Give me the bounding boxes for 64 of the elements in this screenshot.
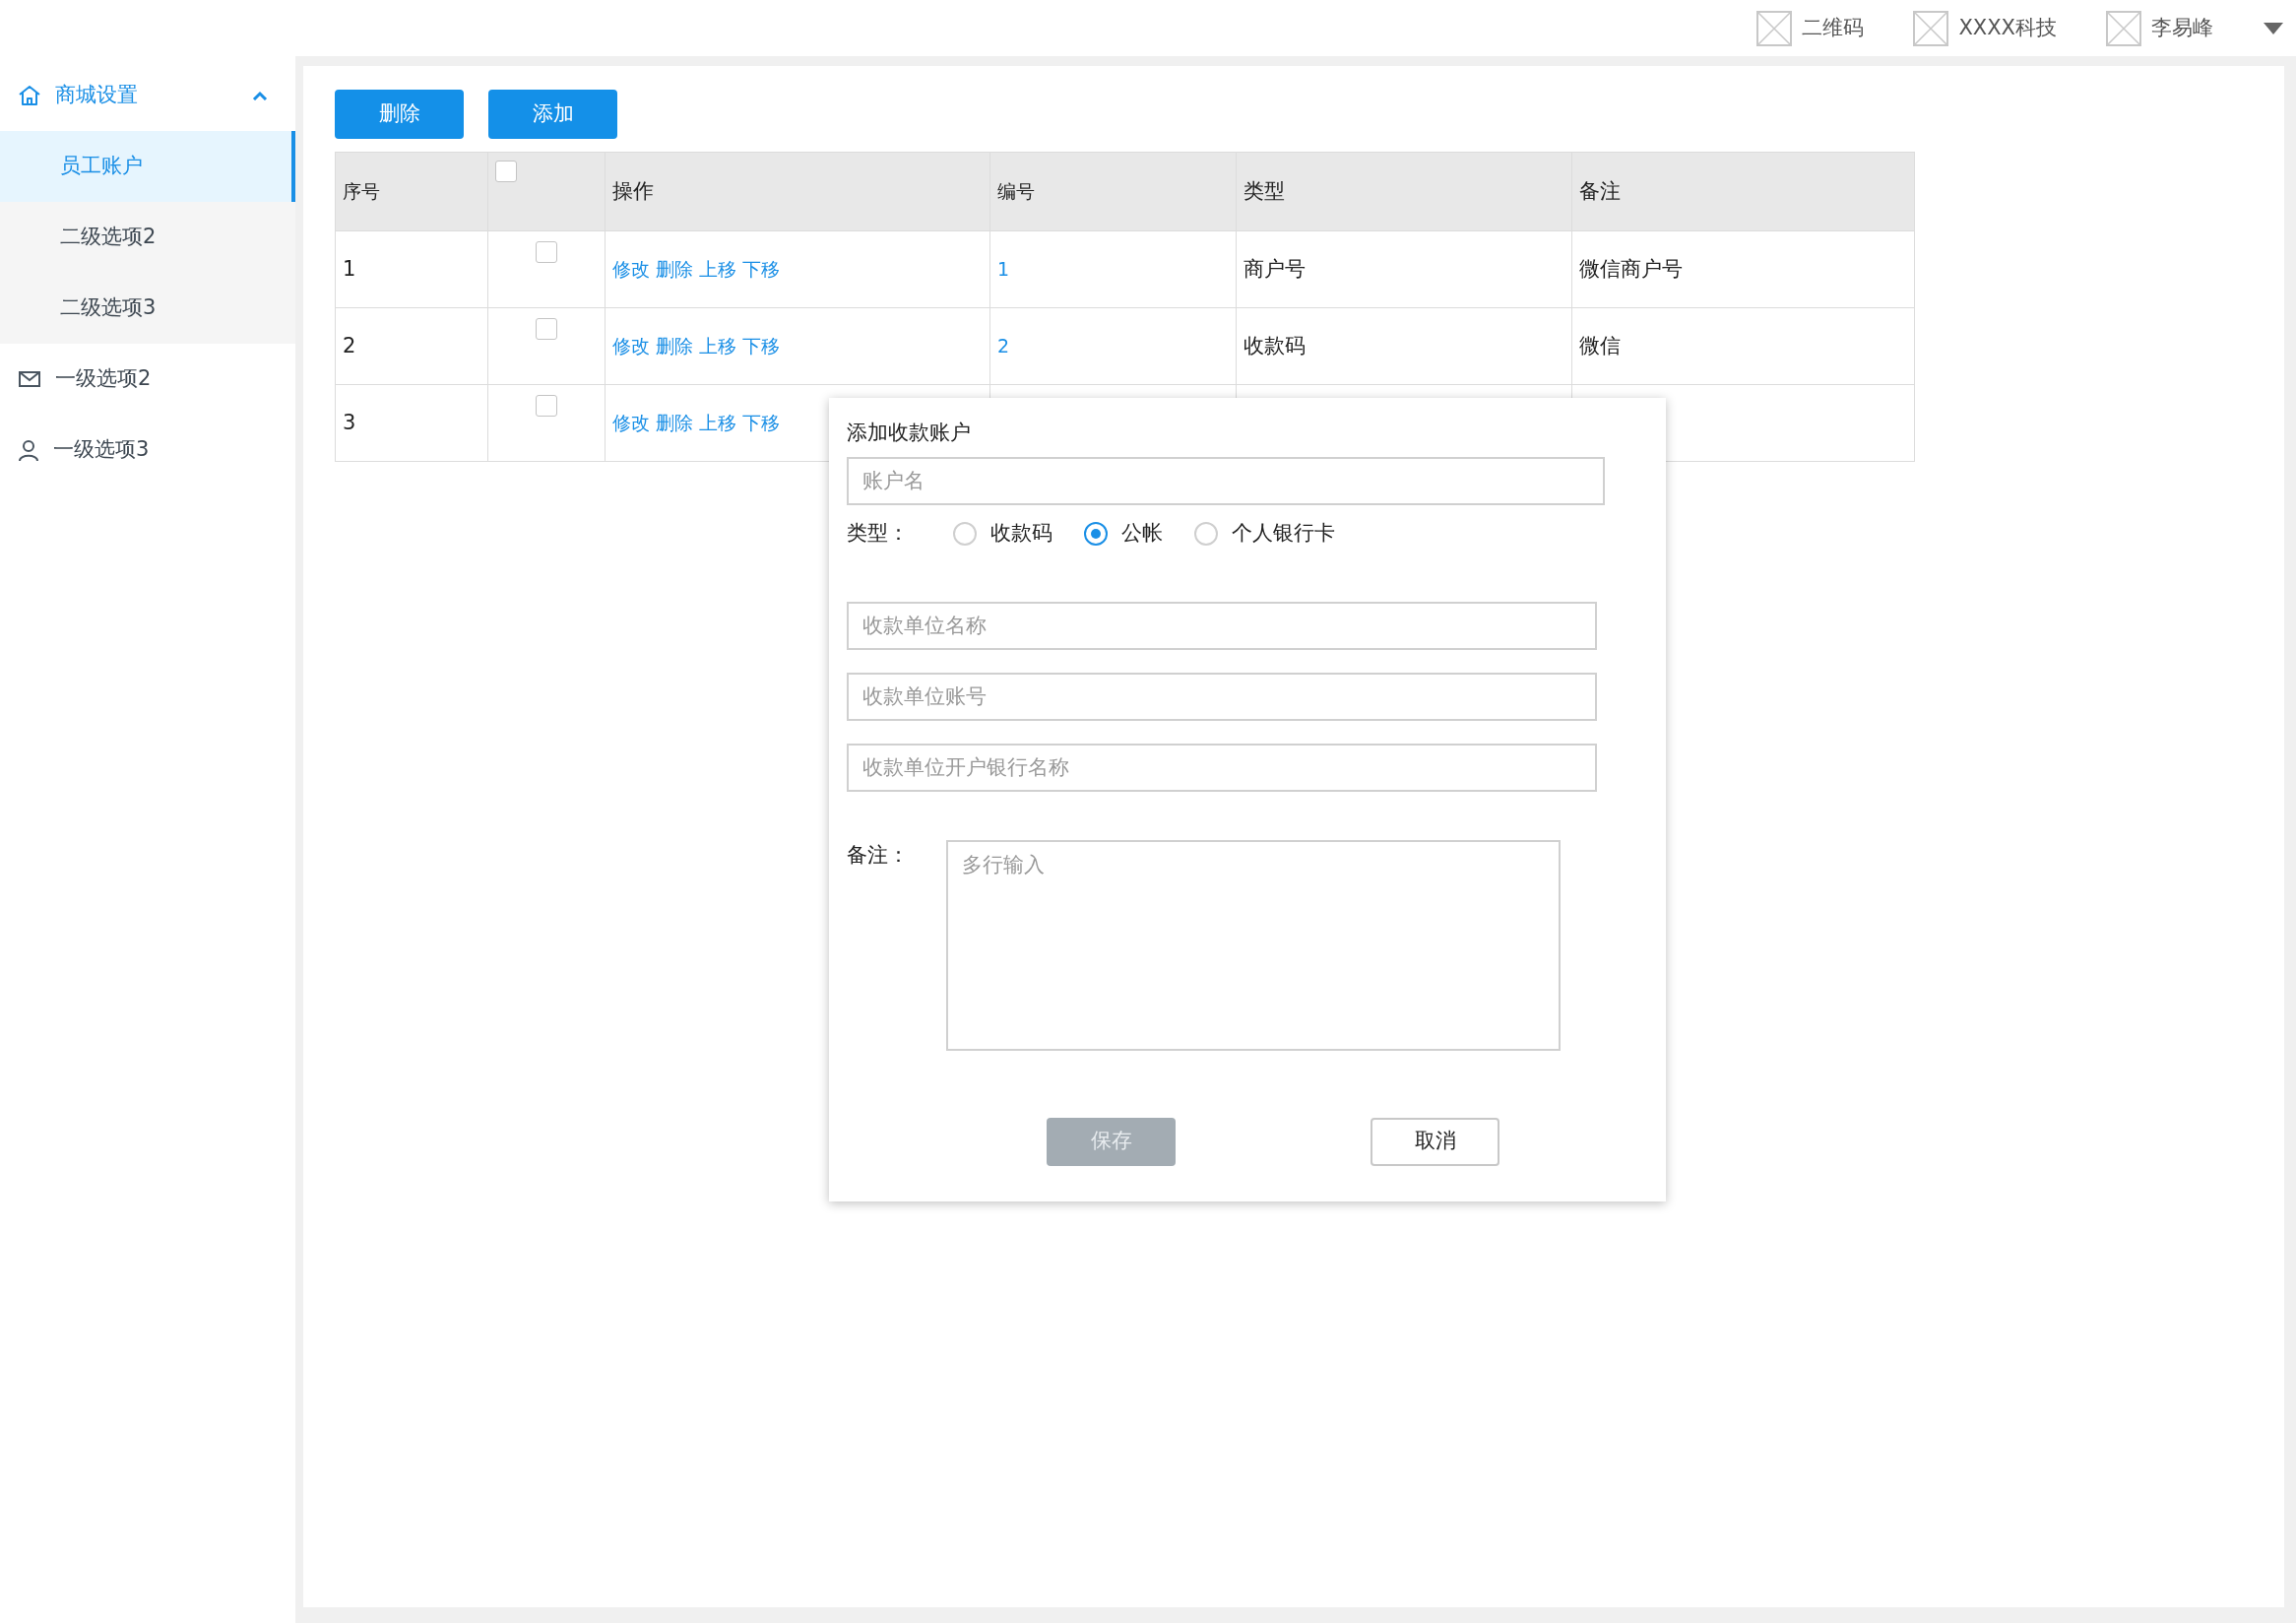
- image-placeholder-icon: [1756, 10, 1793, 46]
- radio-button[interactable]: [1084, 521, 1108, 546]
- sidebar-subitem[interactable]: 二级选项3: [0, 273, 295, 344]
- action-link[interactable]: 上移: [699, 409, 736, 437]
- radio-button[interactable]: [1194, 521, 1218, 546]
- input-field[interactable]: 收款单位开户银行名称: [847, 743, 1597, 792]
- image-placeholder-icon: [2106, 10, 2141, 46]
- toolbar-button[interactable]: 删除: [335, 90, 464, 139]
- textarea-field[interactable]: 多行输入: [946, 839, 1561, 1051]
- user-icon: [18, 438, 39, 462]
- action-link[interactable]: 修改: [612, 255, 650, 284]
- number-link[interactable]: 1: [997, 257, 1010, 280]
- note-label: 备注：: [847, 841, 910, 869]
- header-label[interactable]: XXXX科技: [1958, 12, 2057, 44]
- number-link[interactable]: 2: [997, 334, 1010, 357]
- header-label[interactable]: 李易峰: [2151, 12, 2213, 44]
- checkbox[interactable]: [495, 161, 517, 182]
- dialog-title: 添加收款账户: [847, 420, 971, 446]
- column-header: 操作: [605, 152, 990, 231]
- image-placeholder-icon: [1913, 10, 1949, 46]
- action-link[interactable]: 上移: [699, 255, 736, 284]
- checkbox[interactable]: [536, 395, 557, 417]
- action-link[interactable]: 删除: [656, 255, 693, 284]
- table-cell: 1: [335, 230, 488, 308]
- table-cell-text: 微信: [1579, 333, 1621, 357]
- action-link[interactable]: 修改: [612, 332, 650, 360]
- column-header: 编号: [989, 152, 1237, 231]
- action-link[interactable]: 删除: [656, 332, 693, 360]
- action-link[interactable]: 上移: [699, 332, 736, 360]
- table-cell: 3: [335, 384, 488, 462]
- dropdown-caret-icon[interactable]: [2263, 21, 2284, 35]
- home-icon: [18, 84, 41, 107]
- action-link[interactable]: 下移: [742, 332, 780, 360]
- radio-option[interactable]: 公帐: [1084, 517, 1163, 550]
- sidebar-subitem[interactable]: 员工账户: [0, 131, 295, 202]
- table-cell-text: 收款码: [1244, 333, 1306, 357]
- column-header: 备注: [1571, 152, 1915, 231]
- input-field[interactable]: 收款单位名称: [847, 601, 1597, 650]
- sidebar-subitem[interactable]: 二级选项2: [0, 202, 295, 273]
- radio-option[interactable]: 收款码: [953, 517, 1052, 550]
- action-link[interactable]: 删除: [656, 409, 693, 437]
- table-cell: 2: [335, 307, 488, 385]
- column-header: 类型: [1236, 152, 1572, 231]
- radio-option[interactable]: 个人银行卡: [1194, 517, 1335, 550]
- input-field[interactable]: 账户名: [847, 456, 1605, 505]
- action-link[interactable]: 修改: [612, 409, 650, 437]
- cancel-button[interactable]: 取消: [1371, 1117, 1499, 1166]
- action-link[interactable]: 下移: [742, 409, 780, 437]
- header-label[interactable]: 二维码: [1802, 12, 1865, 44]
- envelope-icon: [18, 369, 41, 389]
- column-header: 序号: [335, 152, 488, 231]
- chevron-up-icon[interactable]: [252, 91, 268, 100]
- toolbar-button[interactable]: 添加: [488, 90, 617, 139]
- type-label: 类型：: [847, 519, 910, 547]
- table-cell-text: 微信商户号: [1579, 256, 1683, 281]
- sidebar-item[interactable]: 一级选项3: [0, 415, 295, 486]
- sidebar-item[interactable]: 一级选项2: [0, 344, 295, 415]
- radio-button[interactable]: [953, 521, 977, 546]
- checkbox[interactable]: [536, 318, 557, 340]
- input-field[interactable]: 收款单位账号: [847, 672, 1597, 721]
- checkbox[interactable]: [536, 241, 557, 263]
- action-link[interactable]: 下移: [742, 255, 780, 284]
- table-cell-text: 商户号: [1244, 256, 1306, 281]
- sidebar-item[interactable]: 商城设置: [0, 60, 295, 131]
